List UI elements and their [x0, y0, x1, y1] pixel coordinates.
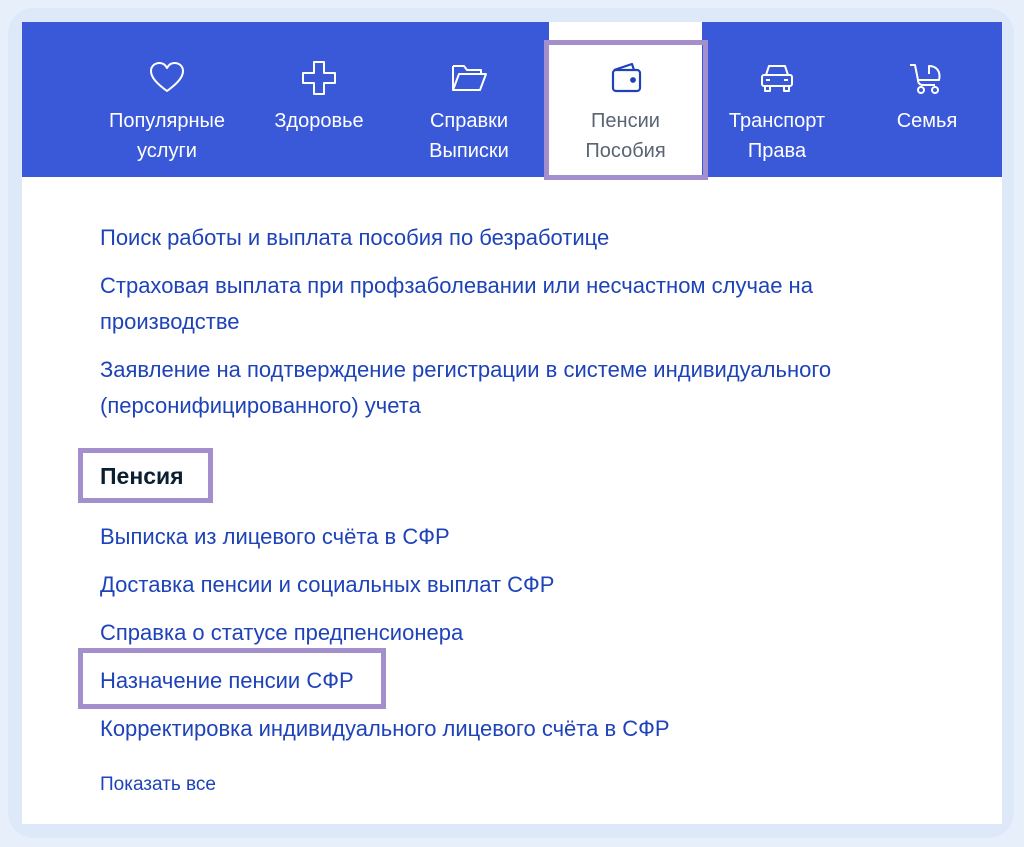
- link-text-line2: производстве: [100, 309, 240, 334]
- tab-health[interactable]: Здоровье: [244, 22, 394, 177]
- tab-label-line1: Пенсии: [591, 110, 660, 132]
- link-pension-assignment[interactable]: Назначение пенсии СФР: [100, 663, 354, 699]
- tab-label-line2: Выписки: [429, 140, 509, 162]
- link-text-line2: (персонифицированного) учета: [100, 393, 421, 418]
- folder-icon: [449, 58, 489, 98]
- car-icon: [757, 58, 797, 98]
- tab-label-line2: Права: [747, 140, 807, 162]
- link-text-line1: Заявление на подтверждение регистрации в…: [100, 357, 832, 382]
- link-text: Поиск работы и выплата пособия по безраб…: [100, 225, 610, 250]
- tab-label-line2: Пособия: [585, 140, 666, 162]
- tab-popular-services[interactable]: Популярные услуги: [90, 22, 244, 177]
- tab-label-line1: Здоровье: [274, 110, 364, 132]
- tab-pensions-benefits[interactable]: Пенсии Пособия: [549, 22, 702, 177]
- stroller-icon: [907, 58, 947, 98]
- link-account-correction[interactable]: Корректировка индивидуального лицевого с…: [100, 711, 670, 747]
- link-job-search-unemployment[interactable]: Поиск работы и выплата пособия по безраб…: [100, 220, 609, 256]
- tab-certificates[interactable]: Справки Выписки: [394, 22, 544, 177]
- tab-family[interactable]: Семья: [852, 22, 1002, 177]
- tab-label-line2: услуги: [137, 140, 197, 162]
- wallet-icon: [606, 58, 646, 98]
- tab-label-line1: Семья: [896, 110, 958, 132]
- link-account-statement[interactable]: Выписка из лицевого счёта в СФР: [100, 519, 450, 555]
- link-text-line1: Страховая выплата при профзаболевании ил…: [100, 273, 813, 298]
- medical-cross-icon: [299, 58, 339, 98]
- link-pension-delivery[interactable]: Доставка пенсии и социальных выплат СФР: [100, 567, 554, 603]
- tab-label-line1: Популярные: [108, 110, 226, 132]
- heart-icon: [147, 58, 187, 98]
- tab-transport[interactable]: Транспорт Права: [702, 22, 852, 177]
- services-panel: Популярные услуги Здоровье Справки Выпис…: [22, 22, 1002, 824]
- section-title-pension: Пенсия: [100, 463, 184, 489]
- show-all-link[interactable]: Показать все: [100, 770, 216, 800]
- tab-label-line1: Справки: [429, 110, 509, 132]
- link-insurance-payment[interactable]: Страховая выплата при профзаболевании ил…: [100, 268, 813, 340]
- tab-label-line1: Транспорт: [728, 110, 826, 132]
- link-registration-confirmation[interactable]: Заявление на подтверждение регистрации в…: [100, 352, 831, 424]
- link-pre-pensioner-certificate[interactable]: Справка о статусе предпенсионера: [100, 615, 463, 651]
- category-nav: Популярные услуги Здоровье Справки Выпис…: [22, 22, 1002, 177]
